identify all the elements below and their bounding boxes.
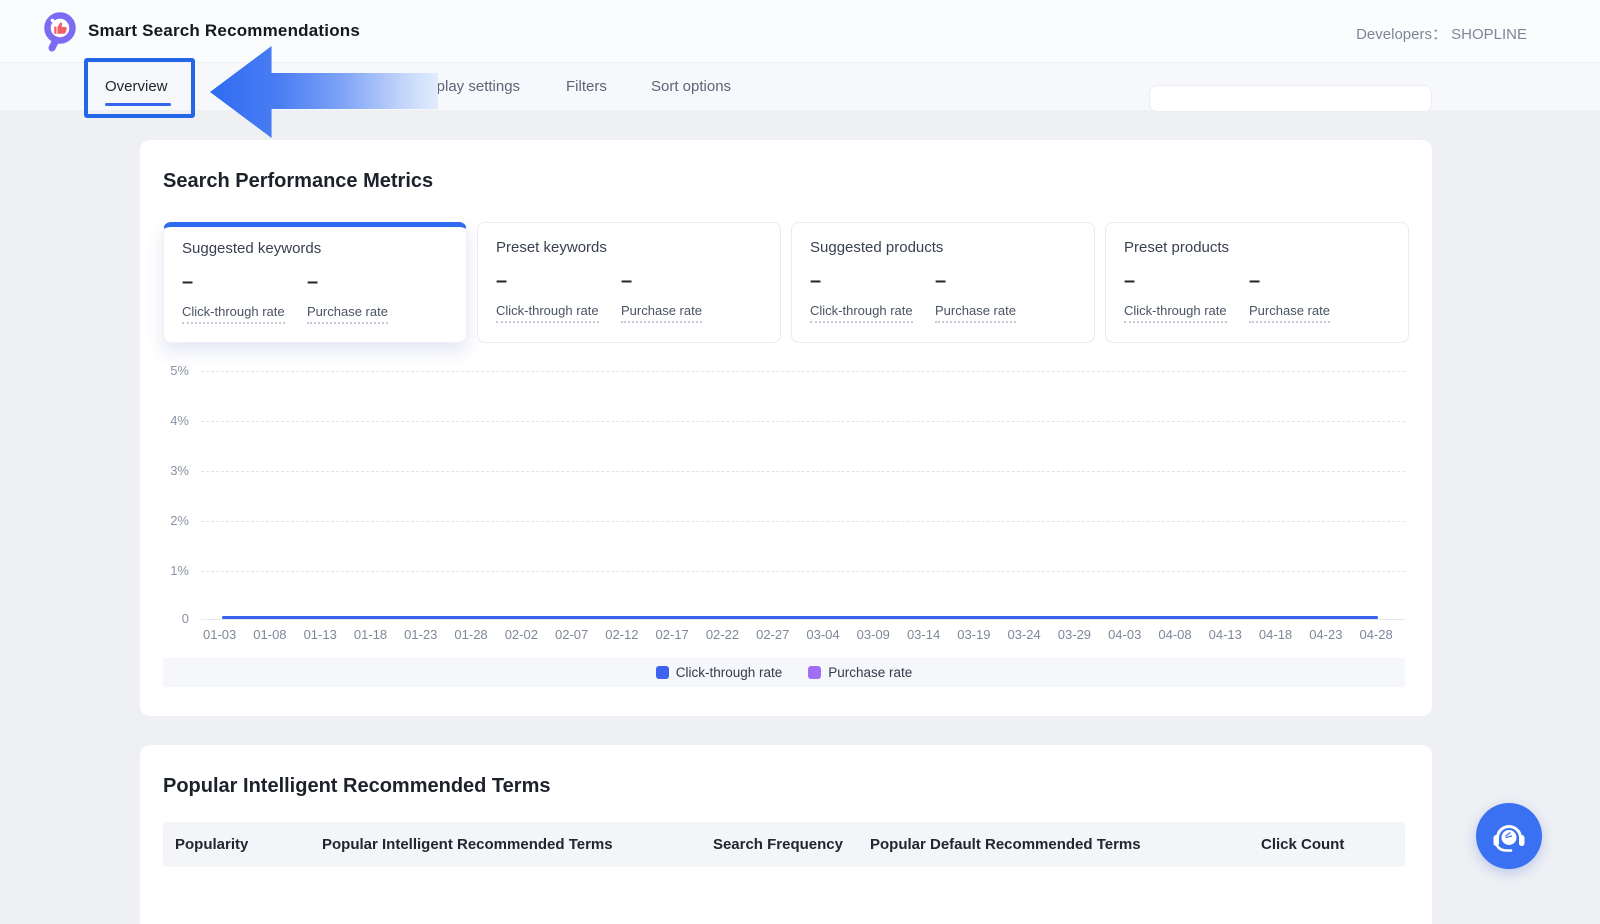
col-intelligent-terms: Popular Intelligent Recommended Terms <box>310 836 700 853</box>
ctr-value: – <box>182 271 307 294</box>
x-axis-label: 02-27 <box>756 627 789 642</box>
x-axis-label: 02-02 <box>505 627 538 642</box>
x-axis-label: 03-29 <box>1058 627 1091 642</box>
popular-terms-panel: Popular Intelligent Recommended Terms Po… <box>140 745 1432 924</box>
ctr-value: – <box>810 270 935 293</box>
page-title: Smart Search Recommendations <box>88 21 360 41</box>
y-tick: 0 <box>163 611 189 626</box>
ctr-label: Click-through rate <box>182 304 285 324</box>
ctr-label: Click-through rate <box>496 303 599 323</box>
x-axis-label: 02-07 <box>555 627 588 642</box>
legend-item-purchase[interactable]: Purchase rate <box>808 665 912 680</box>
tab-filters[interactable]: Filters <box>566 63 607 110</box>
performance-line-chart: 5% 4% 3% 2% 1% 0 01-0301-0801-1301-1801-… <box>163 365 1405 695</box>
x-axis-label: 03-09 <box>857 627 890 642</box>
date-range-picker-partial[interactable] <box>1150 86 1431 111</box>
x-axis-label: 03-14 <box>907 627 940 642</box>
col-default-terms: Popular Default Recommended Terms <box>850 836 1250 853</box>
x-axis-label: 01-08 <box>253 627 286 642</box>
col-search-frequency: Search Frequency <box>700 836 850 853</box>
x-axis-label: 04-23 <box>1309 627 1342 642</box>
support-button[interactable] <box>1476 803 1542 869</box>
purchase-label: Purchase rate <box>307 304 388 324</box>
x-axis-label: 01-28 <box>454 627 487 642</box>
ctr-swatch-icon <box>656 666 669 679</box>
developer-name: SHOPLINE <box>1451 26 1527 43</box>
x-axis-label: 04-08 <box>1158 627 1191 642</box>
x-axis-label: 03-24 <box>1008 627 1041 642</box>
x-axis-label: 03-19 <box>957 627 990 642</box>
metric-card-preset-products[interactable]: Preset products – Click-through rate – P… <box>1105 222 1409 343</box>
ctr-label: Click-through rate <box>1124 303 1227 323</box>
developers-info: Developers： SHOPLINE <box>1356 23 1527 44</box>
gridline <box>201 421 1405 422</box>
x-axis-label: 03-04 <box>806 627 839 642</box>
app-logo-icon <box>40 11 80 53</box>
ctr-label: Click-through rate <box>810 303 913 323</box>
headset-icon <box>1489 816 1529 856</box>
purchase-value: – <box>621 270 746 293</box>
x-axis-label: 02-17 <box>656 627 689 642</box>
y-tick: 3% <box>163 463 189 478</box>
gridline <box>201 471 1405 472</box>
purchase-value: – <box>307 271 432 294</box>
x-axis-label: 04-03 <box>1108 627 1141 642</box>
x-axis-label: 01-18 <box>354 627 387 642</box>
metric-card-suggested-products[interactable]: Suggested products – Click-through rate … <box>791 222 1095 343</box>
gridline <box>201 571 1405 572</box>
x-axis-label: 04-13 <box>1209 627 1242 642</box>
gridline <box>201 521 1405 522</box>
active-tab-indicator <box>105 103 171 106</box>
y-tick: 1% <box>163 563 189 578</box>
metric-card-title: Suggested products <box>810 239 1076 256</box>
y-tick: 2% <box>163 513 189 528</box>
col-click-count: Click Count <box>1250 836 1405 853</box>
gridline <box>201 371 1405 372</box>
purchase-value: – <box>935 270 1060 293</box>
x-axis-label: 02-22 <box>706 627 739 642</box>
metrics-title: Search Performance Metrics <box>163 170 433 193</box>
y-tick: 4% <box>163 413 189 428</box>
purchase-label: Purchase rate <box>621 303 702 323</box>
x-axis-label: 01-13 <box>304 627 337 642</box>
tab-display-settings[interactable]: Display settings <box>415 63 520 110</box>
legend-label: Click-through rate <box>676 665 783 680</box>
legend-item-ctr[interactable]: Click-through rate <box>656 665 783 680</box>
developers-label: Developers： <box>1356 26 1447 43</box>
x-axis-line <box>201 619 1405 620</box>
top-bar: Smart Search Recommendations Developers：… <box>0 0 1600 63</box>
x-axis-label: 01-23 <box>404 627 437 642</box>
ctr-line <box>222 616 1378 619</box>
purchase-label: Purchase rate <box>1249 303 1330 323</box>
metric-card-title: Suggested keywords <box>182 240 448 257</box>
main-content: Search Performance Metrics Suggested key… <box>0 110 1600 924</box>
legend-label: Purchase rate <box>828 665 912 680</box>
x-axis-label: 04-28 <box>1359 627 1392 642</box>
metric-card-suggested-keywords[interactable]: Suggested keywords – Click-through rate … <box>163 222 467 343</box>
x-axis-labels: 01-03 01-08 01-13 01-18 01-23 01-28 02-02 02-07… <box>203 627 1393 642</box>
app-screen: Smart Search Recommendations Developers：… <box>0 0 1600 924</box>
purchase-swatch-icon <box>808 666 821 679</box>
tab-sort-options[interactable]: Sort options <box>651 63 731 110</box>
y-tick: 5% <box>163 363 189 378</box>
metric-card-title: Preset products <box>1124 239 1390 256</box>
ctr-value: – <box>496 270 621 293</box>
metric-cards-row: Suggested keywords – Click-through rate … <box>163 222 1409 343</box>
metric-card-preset-keywords[interactable]: Preset keywords – Click-through rate – P… <box>477 222 781 343</box>
purchase-value: – <box>1249 270 1374 293</box>
table-header-row: Popularity Popular Intelligent Recommend… <box>163 822 1405 867</box>
col-popularity: Popularity <box>163 836 310 853</box>
ctr-value: – <box>1124 270 1249 293</box>
x-axis-label: 04-18 <box>1259 627 1292 642</box>
x-axis-label: 02-12 <box>605 627 638 642</box>
popular-terms-title: Popular Intelligent Recommended Terms <box>163 775 550 798</box>
purchase-label: Purchase rate <box>935 303 1016 323</box>
x-axis-label: 01-03 <box>203 627 236 642</box>
metrics-panel: Search Performance Metrics Suggested key… <box>140 140 1432 716</box>
metric-card-title: Preset keywords <box>496 239 762 256</box>
chart-legend: Click-through rate Purchase rate <box>163 658 1405 687</box>
